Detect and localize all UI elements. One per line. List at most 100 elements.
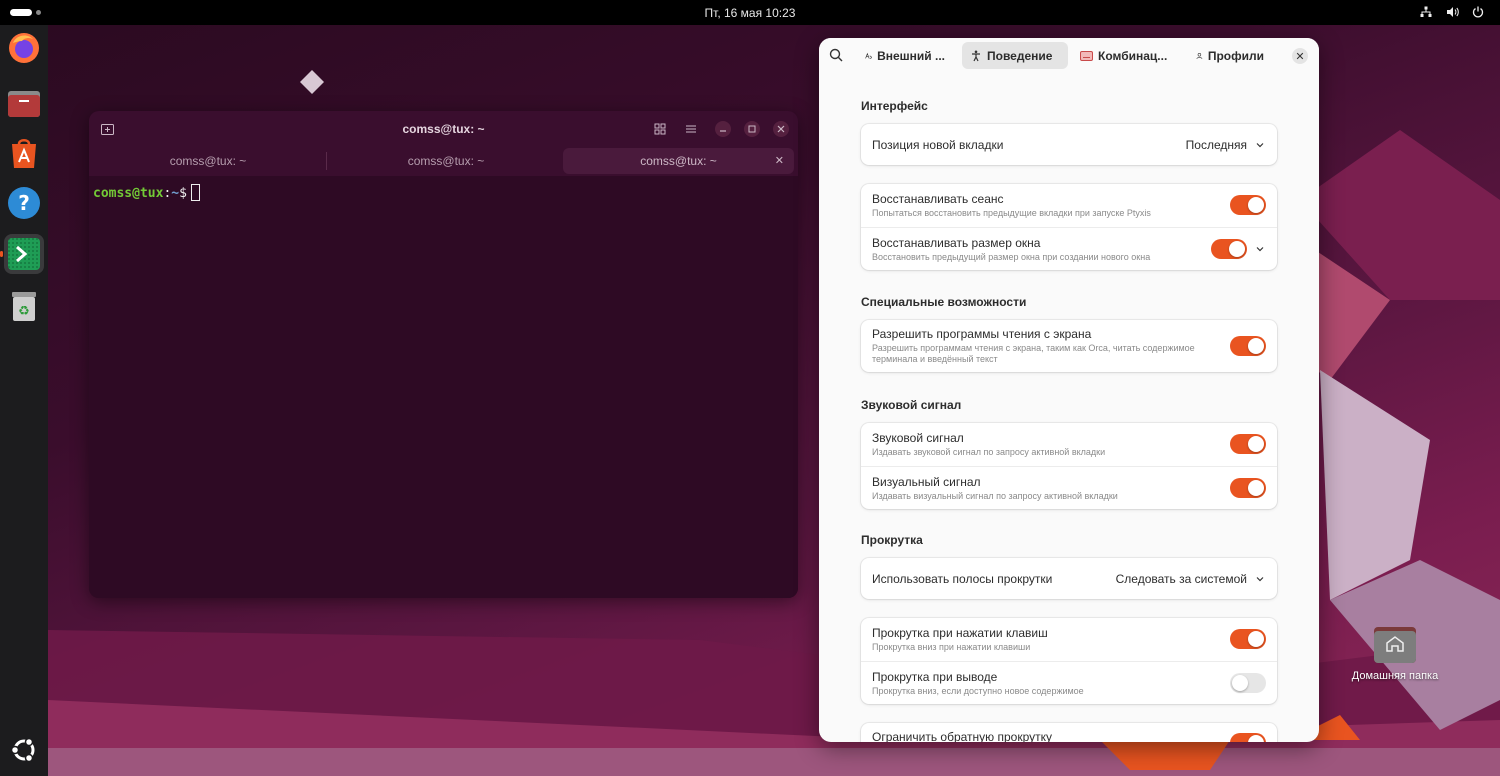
section-title-interface: Интерфейс	[861, 99, 928, 113]
system-tray[interactable]	[1418, 4, 1486, 20]
shell-prompt: comss@tux:~$	[93, 184, 200, 201]
row-audible-bell[interactable]: Звуковой сигнал Издавать звуковой сигнал…	[861, 423, 1277, 466]
row-label: Восстанавливать сеанс	[872, 192, 1004, 206]
maximize-icon[interactable]	[744, 121, 760, 137]
terminal-content[interactable]: comss@tux:~$	[89, 176, 798, 598]
row-subtitle: Прокрутка вниз, если доступно новое соде…	[872, 686, 1084, 696]
restore-session-toggle[interactable]	[1230, 195, 1266, 215]
limit-scrollback-toggle[interactable]	[1230, 733, 1266, 742]
row-restore-session[interactable]: Восстанавливать сеанс Попытаться восстан…	[861, 184, 1277, 227]
accessibility-icon	[972, 50, 980, 61]
row-label: Прокрутка при выводе	[872, 670, 998, 684]
trash-icon: ♻	[12, 292, 36, 321]
menu-icon[interactable]	[683, 121, 699, 137]
group-restore: Восстанавливать сеанс Попытаться восстан…	[861, 184, 1277, 270]
row-label: Разрешить программы чтения с экрана	[872, 327, 1092, 341]
dock-item-help[interactable]: ?	[4, 183, 44, 223]
show-apps-button[interactable]	[4, 730, 44, 770]
svg-text:?: ?	[18, 191, 30, 215]
preferences-headerbar: Внешний ... Поведение Комбинац... Профил…	[819, 38, 1319, 74]
home-folder-label: Домашняя папка	[1351, 670, 1439, 682]
search-icon[interactable]	[829, 48, 845, 64]
chevron-down-icon[interactable]	[1254, 243, 1266, 255]
desktop-home-folder[interactable]: Домашняя папка	[1345, 624, 1445, 682]
row-label: Ограничить обратную прокрутку	[872, 730, 1053, 742]
tab-close-icon[interactable]: ✕	[775, 148, 784, 174]
restore-window-size-toggle[interactable]	[1211, 239, 1247, 259]
app-center-icon	[12, 139, 36, 168]
ubuntu-logo-icon	[10, 737, 35, 763]
row-label: Позиция новой вкладки	[872, 138, 1004, 152]
terminal-tab[interactable]: comss@tux: ~	[329, 148, 563, 174]
row-label: Восстанавливать размер окна	[872, 236, 1041, 250]
row-scroll-on-keystroke[interactable]: Прокрутка при нажатии клавиш Прокрутка в…	[861, 618, 1277, 661]
dock-item-terminal[interactable]	[4, 234, 44, 274]
terminal-tab-label: comss@tux: ~	[169, 154, 247, 168]
close-icon[interactable]	[773, 121, 789, 137]
help-icon: ?	[8, 187, 40, 219]
text-cursor	[190, 184, 200, 201]
firefox-icon	[9, 33, 39, 63]
row-subtitle: Издавать визуальный сигнал по запросу ак…	[872, 491, 1118, 501]
preferences-dialog[interactable]: Внешний ... Поведение Комбинац... Профил…	[819, 38, 1319, 742]
group-scroll-behavior: Прокрутка при нажатии клавиш Прокрутка в…	[861, 618, 1277, 704]
keyboard-icon	[1080, 50, 1093, 61]
audible-bell-toggle[interactable]	[1230, 434, 1266, 454]
scrollbars-value[interactable]: Следовать за системой	[1116, 572, 1247, 586]
section-title-bell: Звуковой сигнал	[861, 398, 962, 412]
row-scroll-on-output[interactable]: Прокрутка при выводе Прокрутка вниз, есл…	[861, 661, 1277, 704]
row-label: Прокрутка при нажатии клавиш	[872, 626, 1048, 640]
row-label: Использовать полосы прокрутки	[872, 572, 1053, 586]
dock-item-firefox[interactable]	[4, 28, 44, 68]
tab-appearance[interactable]: Внешний ...	[857, 42, 953, 69]
profile-icon	[1196, 52, 1203, 59]
visual-bell-toggle[interactable]	[1230, 478, 1266, 498]
row-restore-window-size[interactable]: Восстанавливать размер окна Восстановить…	[861, 227, 1277, 270]
terminal-tab-active[interactable]: comss@tux: ~ ✕	[563, 148, 794, 174]
dock-item-trash[interactable]: ♻	[4, 285, 44, 325]
clock[interactable]: Пт, 16 мая 10:23	[0, 6, 1500, 20]
row-limit-scrollback[interactable]: Ограничить обратную прокрутку	[861, 723, 1277, 742]
tab-behavior-label: Поведение	[987, 48, 1053, 63]
row-subtitle: Прокрутка вниз при нажатии клавиши	[872, 642, 1031, 652]
chevron-down-icon[interactable]	[1254, 573, 1266, 585]
terminal-tab[interactable]: comss@tux: ~	[91, 148, 325, 174]
row-new-tab-position[interactable]: Позиция новой вкладки Последняя	[861, 124, 1277, 165]
scroll-on-keystroke-toggle[interactable]	[1230, 629, 1266, 649]
files-icon	[8, 91, 40, 117]
tab-profiles-label: Профили	[1207, 48, 1264, 63]
prompt-symbol: $	[179, 186, 187, 201]
section-title-accessibility: Специальные возможности	[861, 295, 1027, 309]
tab-profiles[interactable]: Профили	[1188, 42, 1272, 69]
tab-separator	[326, 152, 327, 170]
group-scrollbars: Использовать полосы прокрутки Следовать …	[861, 558, 1277, 599]
close-icon[interactable]: ✕	[1292, 48, 1308, 64]
volume-icon[interactable]	[1444, 4, 1460, 20]
dock: ? ♻	[0, 25, 48, 776]
new-tab-position-value[interactable]: Последняя	[1186, 138, 1247, 152]
row-visual-bell[interactable]: Визуальный сигнал Издавать визуальный си…	[861, 466, 1277, 509]
preferences-page-behavior[interactable]: Интерфейс Позиция новой вкладки Последня…	[819, 74, 1319, 742]
terminal-headerbar[interactable]: comss@tux: ~	[89, 111, 798, 146]
tab-behavior[interactable]: Поведение	[962, 42, 1068, 69]
appearance-icon	[865, 52, 872, 59]
dock-item-app-center[interactable]	[4, 133, 44, 173]
power-icon[interactable]	[1470, 4, 1486, 20]
terminal-window[interactable]: comss@tux: ~ comss@tux: ~ comss@tux: ~ c…	[89, 111, 798, 598]
row-subtitle: Разрешить программам чтения с экрана, та…	[872, 343, 1195, 364]
screen-readers-toggle[interactable]	[1230, 336, 1266, 356]
row-subtitle: Попытаться восстановить предыдущие вклад…	[872, 208, 1151, 218]
prompt-user: comss@tux	[93, 186, 164, 201]
tab-shortcuts[interactable]: Комбинац...	[1072, 42, 1176, 69]
dock-item-files[interactable]	[4, 83, 44, 123]
group-bell: Звуковой сигнал Издавать звуковой сигнал…	[861, 423, 1277, 509]
tab-overview-icon[interactable]	[652, 121, 668, 137]
scroll-on-output-toggle[interactable]	[1230, 673, 1266, 693]
row-use-scrollbars[interactable]: Использовать полосы прокрутки Следовать …	[861, 558, 1277, 599]
chevron-down-icon[interactable]	[1254, 139, 1266, 151]
section-title-scrolling: Прокрутка	[861, 533, 923, 547]
row-screen-readers[interactable]: Разрешить программы чтения с экрана Разр…	[861, 320, 1277, 372]
home-folder-icon	[1374, 627, 1416, 663]
network-icon[interactable]	[1418, 4, 1434, 20]
minimize-icon[interactable]	[715, 121, 731, 137]
